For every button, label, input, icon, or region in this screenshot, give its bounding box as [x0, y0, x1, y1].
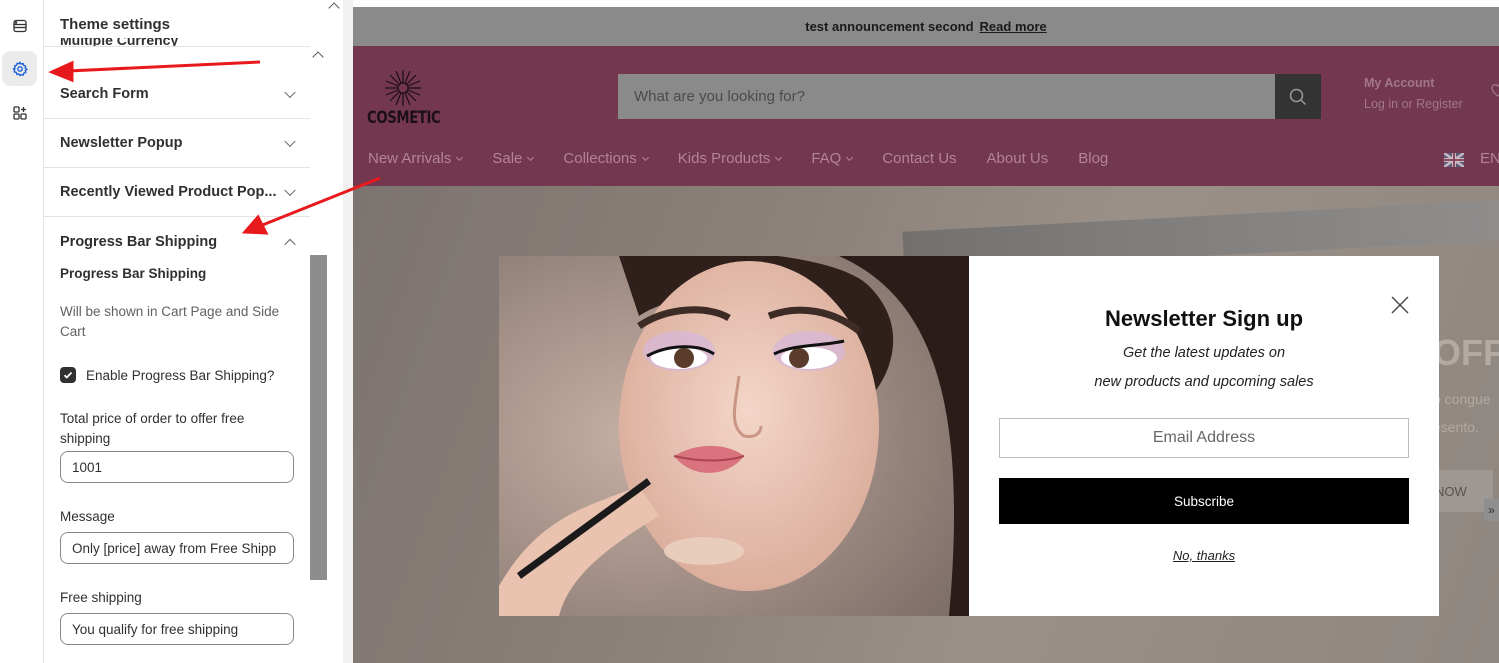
nav-faq[interactable]: FAQ [811, 150, 854, 167]
announcement-link[interactable]: Read more [980, 19, 1047, 34]
checkbox-checked[interactable] [60, 367, 76, 383]
message-label: Message [60, 509, 115, 524]
chevron-down-icon [846, 153, 854, 161]
section-search-form[interactable]: Search Form [44, 70, 310, 119]
newsletter-modal: Newsletter Sign up Get the latest update… [499, 256, 1439, 616]
checkmark-icon [63, 371, 73, 379]
apps-icon [12, 105, 27, 120]
progress-bar-settings: Progress Bar Shipping Will be shown in C… [60, 266, 300, 645]
total-price-input[interactable]: 1001 [60, 451, 294, 483]
announcement-text: test announcement second [805, 19, 974, 34]
chevron-down-icon [775, 153, 783, 161]
icon-rail [0, 0, 44, 663]
nav-blog[interactable]: Blog [1078, 150, 1108, 167]
logo-text[interactable]: COSMETIC [367, 108, 441, 128]
settings-gear-icon [11, 60, 28, 76]
message-input[interactable]: Only [price] away from Free Shipp [60, 532, 294, 564]
announcement-bar: test announcement second Read more [353, 7, 1499, 46]
newsletter-image [499, 256, 969, 616]
sections-icon [12, 19, 27, 32]
nav-contact-us[interactable]: Contact Us [882, 150, 956, 167]
newsletter-subtitle: new products and upcoming sales [1094, 374, 1314, 390]
section-newsletter-popup[interactable]: Newsletter Popup [44, 119, 310, 168]
chevron-down-icon [284, 86, 296, 99]
scroll-up-arrow-icon[interactable] [328, 2, 340, 14]
section-progress-bar-shipping[interactable]: Progress Bar Shipping [44, 217, 310, 266]
total-price-label: Total price of order to offer free shipp… [60, 411, 245, 446]
section-label: Search Form [60, 86, 149, 102]
no-thanks-link[interactable]: No, thanks [969, 548, 1439, 563]
hero-headline: OFF [1433, 332, 1499, 373]
main-navigation: New Arrivals Sale Collections Kids Produ… [368, 150, 1138, 167]
uk-flag-icon[interactable] [1444, 153, 1464, 167]
nav-new-arrivals[interactable]: New Arrivals [368, 150, 464, 167]
store-search-input[interactable]: What are you looking for? [618, 74, 1276, 119]
chevron-down-icon [284, 184, 296, 197]
checkbox-label: Enable Progress Bar Shipping? [86, 367, 275, 383]
language-selector[interactable]: EN [1480, 150, 1499, 167]
settings-heading: Progress Bar Shipping [60, 266, 207, 281]
makeup-model-photo [499, 256, 969, 616]
free-shipping-input[interactable]: You qualify for free shipping [60, 613, 294, 645]
store-header: COSMETIC What are you looking for? My Ac… [353, 46, 1499, 186]
hero-text: esento. [1433, 419, 1479, 435]
chevron-down-icon [641, 153, 649, 161]
chevron-down-icon [456, 153, 464, 161]
settings-help-text: Will be shown in Cart Page and Side Cart [60, 304, 280, 339]
chevron-up-icon [284, 238, 296, 250]
hero-next-arrow[interactable]: » [1484, 499, 1499, 521]
sections-button[interactable] [2, 8, 37, 43]
panel-separator [343, 0, 353, 663]
theme-settings-button[interactable] [2, 51, 37, 86]
nav-sale[interactable]: Sale [492, 150, 535, 167]
free-shipping-label: Free shipping [60, 590, 142, 605]
section-label: Progress Bar Shipping [60, 233, 218, 250]
login-register-link[interactable]: Log in or Register [1364, 97, 1463, 111]
chevron-down-icon [527, 153, 535, 161]
section-recently-viewed[interactable]: Recently Viewed Product Pop... [44, 168, 310, 217]
store-search-button[interactable] [1275, 74, 1321, 119]
section-label: Recently Viewed Product Pop... [60, 184, 277, 200]
hero-text: o congue [1433, 391, 1491, 407]
panel-title: Theme settings [60, 16, 171, 33]
apps-button[interactable] [2, 95, 37, 130]
subscribe-button[interactable]: Subscribe [999, 478, 1409, 524]
section-label: Newsletter Popup [60, 135, 183, 151]
theme-settings-panel: Theme settings Multiple Currency Search … [44, 0, 344, 663]
wishlist-heart-icon[interactable] [1490, 82, 1499, 98]
panel-divider [44, 46, 312, 47]
nav-kids-products[interactable]: Kids Products [678, 150, 783, 167]
enable-progress-bar-checkbox[interactable]: Enable Progress Bar Shipping? [60, 367, 274, 383]
chevron-down-icon [284, 135, 296, 148]
newsletter-subtitle: Get the latest updates on [1122, 345, 1286, 361]
newsletter-form: Newsletter Sign up Get the latest update… [969, 256, 1439, 616]
newsletter-title: Newsletter Sign up [1104, 306, 1304, 331]
search-icon [1289, 88, 1307, 105]
nav-about-us[interactable]: About Us [987, 150, 1049, 167]
nav-collections[interactable]: Collections [563, 150, 649, 167]
scrollbar-thumb[interactable] [310, 255, 327, 580]
email-field[interactable]: Email Address [999, 418, 1409, 458]
my-account-title[interactable]: My Account [1364, 76, 1434, 90]
